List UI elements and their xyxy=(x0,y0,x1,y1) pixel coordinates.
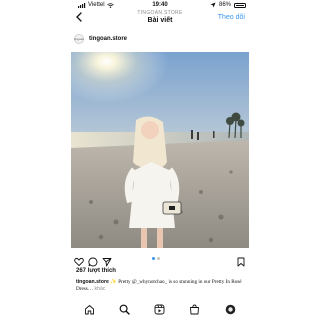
share-button[interactable] xyxy=(102,254,112,267)
post-header: tingoan tingoan.store xyxy=(74,32,252,46)
nav-title: TINGOAN.STORE Bài viết xyxy=(0,10,320,24)
bookmark-icon xyxy=(237,257,245,267)
sparkle-emoji: ✨ xyxy=(110,279,117,285)
search-icon xyxy=(119,304,130,315)
post-caption: tingoan.store ✨ Pretty @_whynotchao_ is … xyxy=(76,279,252,293)
tab-shop[interactable] xyxy=(189,302,200,315)
avatar-text: tingoan xyxy=(74,37,84,41)
status-right: 86% xyxy=(210,2,246,8)
tab-reels[interactable] xyxy=(154,302,165,315)
comment-icon xyxy=(88,257,98,267)
beach-photo xyxy=(71,52,249,248)
tab-profile[interactable] xyxy=(225,302,236,315)
status-time: 19:40 xyxy=(152,2,168,8)
carousel-dot xyxy=(152,257,155,260)
tab-bar xyxy=(0,302,320,316)
like-count[interactable]: 267 lượt thích xyxy=(76,268,116,274)
reels-icon xyxy=(154,304,165,315)
avatar[interactable]: tingoan xyxy=(74,34,84,44)
save-button[interactable] xyxy=(236,254,246,267)
carousel-dots xyxy=(152,257,160,260)
nav-bar: TINGOAN.STORE Bài viết Theo dõi xyxy=(0,10,320,28)
tab-home[interactable] xyxy=(84,302,95,315)
follow-button[interactable]: Theo dõi xyxy=(218,14,245,21)
comment-button[interactable] xyxy=(88,254,98,267)
post-username[interactable]: tingoan.store xyxy=(89,36,127,42)
shop-icon xyxy=(190,304,199,315)
caption-more-link[interactable]: khác xyxy=(94,286,105,292)
page-title: Bài viết xyxy=(147,17,173,24)
share-icon xyxy=(102,258,112,267)
post-photo[interactable] xyxy=(71,52,249,248)
tab-search[interactable] xyxy=(119,302,130,315)
profile-icon xyxy=(225,304,236,315)
caption-username[interactable]: tingoan.store xyxy=(76,279,109,285)
post-actions xyxy=(74,254,246,267)
battery-percent: 86% xyxy=(218,2,231,8)
heart-icon xyxy=(74,257,84,267)
carousel-dot xyxy=(157,257,160,260)
account-label: TINGOAN.STORE xyxy=(137,10,183,16)
like-button[interactable] xyxy=(74,254,84,267)
battery-icon xyxy=(234,2,246,8)
home-icon xyxy=(85,305,94,315)
location-icon xyxy=(210,2,216,8)
